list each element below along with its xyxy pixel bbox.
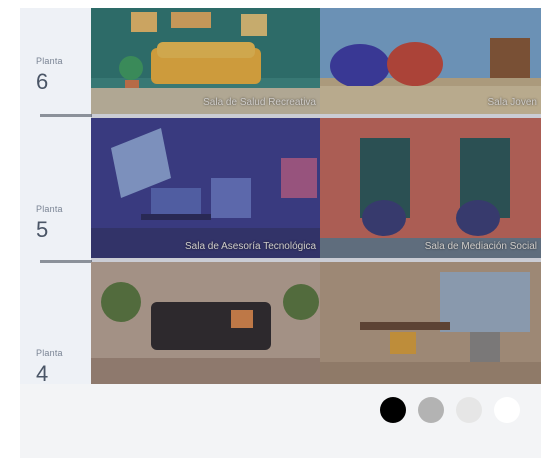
pagination-dot-2[interactable] xyxy=(418,397,444,423)
floor-caption: Planta xyxy=(36,204,63,214)
living-room-illustration xyxy=(91,262,320,384)
room-name: Sala de Mediación Social xyxy=(424,241,537,252)
floor-viewport[interactable]: Planta 6 Planta 5 Planta 4 Sala de Salud… xyxy=(20,8,541,384)
floor-caption: Planta xyxy=(36,56,63,66)
room-name: Sala de Asesoría Tecnológica xyxy=(184,241,316,252)
floor-label-4[interactable]: Planta 4 xyxy=(36,348,76,384)
pagination-dot-4[interactable] xyxy=(494,397,520,423)
floor-caption: Planta xyxy=(36,348,63,358)
room-card-floor-4-a[interactable] xyxy=(91,262,320,384)
floor-number: 5 xyxy=(36,217,49,242)
tech-room-illustration xyxy=(91,118,320,258)
office-room-illustration xyxy=(320,262,541,384)
room-card-salud-recreativa[interactable]: Sala de Salud Recreativa xyxy=(91,8,320,114)
floor-divider xyxy=(40,114,92,117)
room-card-sala-joven[interactable]: Sala Joven xyxy=(320,8,541,114)
pagination-dot-1[interactable] xyxy=(380,397,406,423)
pagination-dot-3[interactable] xyxy=(456,397,482,423)
floor-number: 4 xyxy=(36,361,49,385)
floor-label-5[interactable]: Planta 5 xyxy=(36,204,76,242)
floor-divider xyxy=(40,260,92,263)
room-card-mediacion-social[interactable]: Sala de Mediación Social xyxy=(320,118,541,258)
floor-number: 6 xyxy=(36,69,49,94)
floor-label-6[interactable]: Planta 6 xyxy=(36,56,76,94)
mediation-room-illustration xyxy=(320,118,541,258)
room-name: Sala de Salud Recreativa xyxy=(203,97,316,108)
floor-rail: Planta 6 Planta 5 Planta 4 xyxy=(20,8,92,384)
room-card-asesoria-tecnologica[interactable]: Sala de Asesoría Tecnológica xyxy=(91,118,320,258)
floor-carousel: Planta 6 Planta 5 Planta 4 Sala de Salud… xyxy=(20,8,541,458)
room-name: Sala Joven xyxy=(487,97,537,108)
room-card-floor-4-b[interactable] xyxy=(320,262,541,384)
